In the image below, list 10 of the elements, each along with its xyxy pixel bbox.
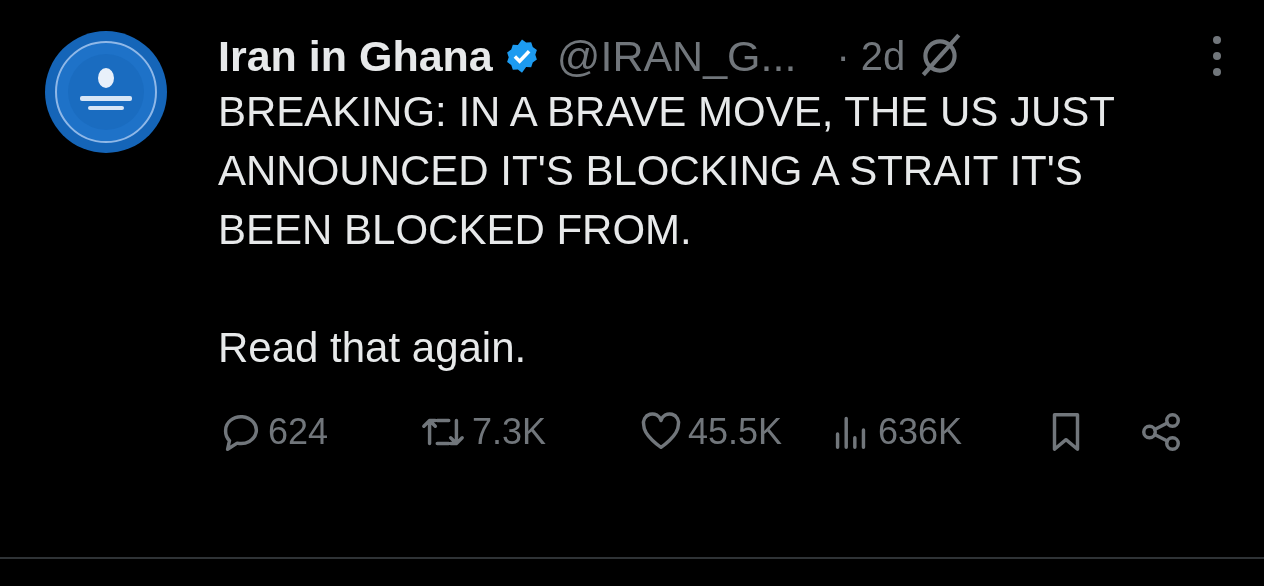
action-count: 45.5K (688, 411, 783, 453)
author-name[interactable]: Iran in Ghana (218, 31, 493, 81)
author-handle[interactable]: @IRAN_G... (556, 31, 797, 81)
post-time[interactable]: · 2d (836, 33, 906, 79)
post-text: Read that again. (218, 323, 528, 373)
more-options-icon[interactable] (1210, 34, 1224, 78)
action-count: 7.3K (472, 411, 547, 453)
post-text: BREAKING: IN A BRAVE MOVE, THE US JUST ANNOUNCED IT'S BLOCKING A STRAIT IT'S BEEN BLOCKED FROM. (218, 87, 1116, 255)
action-count: 636K (878, 411, 963, 453)
action-count: 624 (268, 411, 329, 453)
